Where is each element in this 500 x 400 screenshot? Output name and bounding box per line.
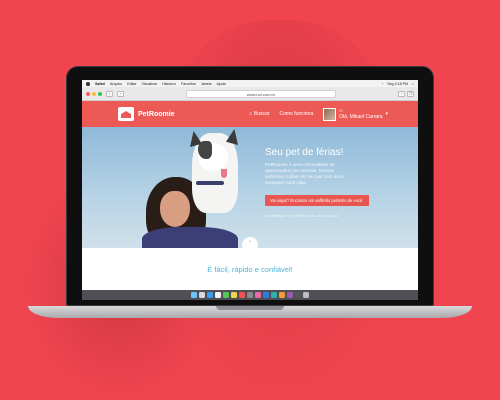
- tagline-section: É fácil, rápido e confiável!: [82, 248, 418, 290]
- podcast-icon[interactable]: [287, 292, 293, 298]
- laptop-notch: [216, 306, 284, 310]
- mac-dock: [82, 290, 418, 300]
- address-bar[interactable]: www.uol.com.br: [186, 89, 336, 98]
- dog-collar: [196, 181, 224, 185]
- share-button[interactable]: ↑: [398, 90, 405, 97]
- itunes-icon[interactable]: [255, 292, 261, 298]
- tabs-button[interactable]: ❐: [407, 90, 414, 97]
- browser-toolbar: ‹ › www.uol.com.br ↑ ❐: [82, 87, 418, 101]
- site-header: PetRoomie ⌕ Buscar Como funciona 00 Olá,…: [82, 101, 418, 127]
- appstore-icon[interactable]: [263, 292, 269, 298]
- minimize-icon[interactable]: [92, 91, 96, 96]
- find-host-button[interactable]: Vai viajar? Encontre um anfitrião pertin…: [265, 195, 369, 206]
- forward-button[interactable]: ›: [117, 90, 124, 97]
- settings-icon[interactable]: [247, 292, 253, 298]
- user-name: Olá, Mikael Carrara: [339, 113, 383, 120]
- search-icon: ⌕: [249, 111, 252, 117]
- search-icon[interactable]: ⌕: [412, 82, 414, 86]
- menu-historico[interactable]: Histórico: [162, 82, 176, 86]
- menu-janela[interactable]: Janela: [201, 82, 212, 86]
- chevron-down-icon: ▾: [385, 111, 388, 117]
- menu-favoritos[interactable]: Favoritos: [181, 82, 196, 86]
- trash-icon[interactable]: [303, 292, 309, 298]
- finder-icon[interactable]: [191, 292, 197, 298]
- safari-icon[interactable]: [207, 292, 213, 298]
- messages-icon[interactable]: [223, 292, 229, 298]
- menubar-clock[interactable]: Seg 4:18 PM: [387, 82, 408, 86]
- terminal-icon[interactable]: [295, 292, 301, 298]
- close-icon[interactable]: [86, 91, 90, 96]
- menu-editar[interactable]: Editar: [127, 82, 136, 86]
- apple-icon[interactable]: [86, 81, 90, 86]
- calendar-icon[interactable]: [239, 292, 245, 298]
- hero-title: Seu pet de férias!: [265, 147, 344, 158]
- logo-text[interactable]: PetRoomie: [138, 111, 175, 118]
- hero-text: Seu pet de férias! PetRoomie é uma comun…: [265, 147, 395, 218]
- dog-mask: [198, 141, 212, 159]
- wifi-icon[interactable]: ◔: [381, 82, 383, 86]
- mac-menubar: Safari Arquivo Editar Visualizar Históri…: [82, 80, 418, 87]
- dog-tongue: [221, 169, 227, 178]
- notification-count[interactable]: 00: [339, 109, 382, 113]
- maximize-icon[interactable]: [98, 91, 102, 96]
- launchpad-icon[interactable]: [199, 292, 205, 298]
- hero-note: Hospedagem e pet sitter para cães e gato…: [265, 214, 339, 218]
- main-nav: ⌕ Buscar Como funciona 00 Olá, Mikael Ca…: [249, 107, 388, 121]
- maps-icon[interactable]: [271, 292, 277, 298]
- hero-woman-face: [160, 191, 190, 227]
- avatar: [323, 107, 337, 121]
- user-menu[interactable]: 00 Olá, Mikael Carrara ▾: [323, 107, 388, 121]
- menu-arquivo[interactable]: Arquivo: [110, 82, 122, 86]
- notes-icon[interactable]: [231, 292, 237, 298]
- menubar-app[interactable]: Safari: [95, 82, 105, 86]
- back-button[interactable]: ‹: [106, 90, 113, 97]
- menu-visualizar[interactable]: Visualizar: [142, 82, 158, 86]
- scroll-down-icon[interactable]: ⌄: [242, 237, 258, 248]
- window-controls: [86, 91, 102, 96]
- nav-search-link[interactable]: ⌕ Buscar: [249, 111, 269, 117]
- hero-description: PetRoomie é uma comunidade de apaixonado…: [265, 162, 345, 185]
- laptop-screen: Safari Arquivo Editar Visualizar Históri…: [82, 80, 418, 300]
- hero-woman-shirt: [142, 227, 238, 248]
- hero-banner: Seu pet de férias! PetRoomie é uma comun…: [82, 127, 418, 248]
- nav-how-it-works-link[interactable]: Como funciona: [279, 111, 313, 117]
- tagline: É fácil, rápido e confiável!: [207, 264, 293, 274]
- mail-icon[interactable]: [215, 292, 221, 298]
- photos-icon[interactable]: [279, 292, 285, 298]
- menu-ajuda[interactable]: Ajuda: [216, 82, 225, 86]
- petroomie-logo-icon[interactable]: [118, 107, 134, 121]
- browser-actions: ↑ ❐: [398, 90, 414, 97]
- nav-search-label: Buscar: [253, 111, 270, 117]
